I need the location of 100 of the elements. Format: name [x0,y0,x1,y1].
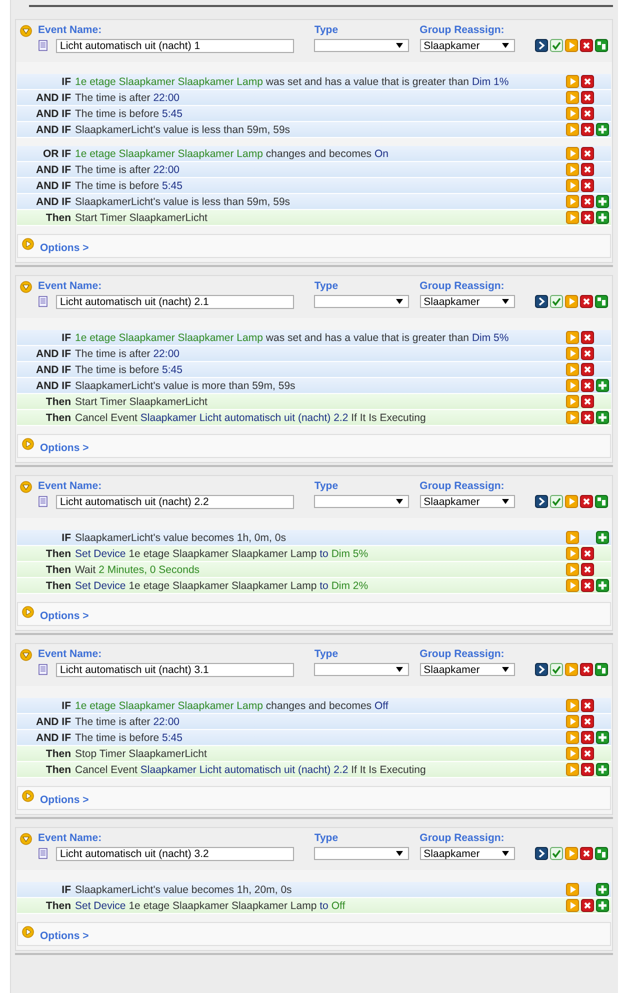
delete-icon[interactable] [581,363,594,376]
rule-keyword: Then [44,564,71,576]
add-icon[interactable] [596,763,609,776]
grid-icon[interactable] [595,495,608,508]
delete-icon[interactable] [581,107,594,120]
add-icon[interactable] [596,195,609,208]
options-link[interactable]: Options > [40,610,89,622]
add-icon[interactable] [596,411,609,424]
add-icon[interactable] [596,531,609,544]
check-icon[interactable] [550,295,563,308]
next-icon[interactable] [535,39,548,52]
event-name-field[interactable]: Licht automatisch uit (nacht) 3.2 [56,847,294,861]
options-link[interactable]: Options > [40,794,89,806]
collapse-icon[interactable] [20,833,32,845]
delete-icon[interactable] [581,147,594,160]
rule-text: The time is before 5:45 [75,108,184,120]
expand-icon[interactable] [22,790,34,802]
event-name-label: Event Name: [38,648,103,660]
delete-icon[interactable] [581,75,594,88]
delete-icon[interactable] [581,547,594,560]
delete-icon[interactable] [581,379,594,392]
rule-text: 1e etage Slaapkamer Slaapkamer Lamp was set and has a value that is greater than Dim 5% [75,332,510,344]
group-dropdown[interactable]: Slaapkamer [420,39,515,52]
delete-icon[interactable] [580,295,593,308]
check-icon[interactable] [550,663,563,676]
add-icon[interactable] [596,899,609,912]
delete-icon[interactable] [581,195,594,208]
delete-icon[interactable] [581,579,594,592]
next-icon[interactable] [535,663,548,676]
delete-icon[interactable] [581,211,594,224]
add-icon[interactable] [596,731,609,744]
delete-icon[interactable] [581,91,594,104]
document-icon[interactable] [38,848,48,860]
check-icon[interactable] [550,495,563,508]
delete-icon[interactable] [581,563,594,576]
options-link[interactable]: Options > [40,930,89,942]
options-link[interactable]: Options > [40,442,89,454]
delete-icon[interactable] [581,123,594,136]
delete-icon[interactable] [581,347,594,360]
delete-icon[interactable] [580,663,593,676]
delete-icon[interactable] [580,495,593,508]
group-dropdown[interactable]: Slaapkamer [420,295,515,308]
delete-icon[interactable] [581,899,594,912]
add-icon[interactable] [596,579,609,592]
delete-icon[interactable] [581,747,594,760]
delete-icon[interactable] [580,39,593,52]
delete-icon[interactable] [581,163,594,176]
collapse-icon[interactable] [20,281,32,293]
expand-icon[interactable] [22,926,34,938]
expand-icon[interactable] [22,606,34,618]
rule-text: SlaapkamerLicht's value becomes 1h, 0m, 0s [75,532,287,544]
rule-keyword: AND IF [35,348,71,360]
event-name-label: Event Name: [38,24,103,36]
grid-icon[interactable] [595,295,608,308]
rule-keyword: OR IF [42,148,71,160]
group-reassign-label: Group Reassign: [420,648,506,660]
document-icon[interactable] [38,40,48,52]
group-dropdown[interactable]: Slaapkamer [420,495,515,508]
add-icon[interactable] [596,211,609,224]
rule-keyword: Then [44,580,71,592]
delete-icon[interactable] [581,179,594,192]
event-name-field[interactable]: Licht automatisch uit (nacht) 3.1 [56,663,294,677]
caret-icon [396,299,404,304]
delete-icon[interactable] [581,731,594,744]
options-link[interactable]: Options > [40,242,89,254]
event-name-field[interactable]: Licht automatisch uit (nacht) 1 [56,39,294,53]
expand-icon[interactable] [22,438,34,450]
collapse-icon[interactable] [20,649,32,661]
rule-text: SlaapkamerLicht's value is less than 59m, 59s [75,196,292,208]
next-icon[interactable] [535,495,548,508]
check-icon[interactable] [550,847,563,860]
event-name-field[interactable]: Licht automatisch uit (nacht) 2.1 [56,295,294,309]
check-icon[interactable] [550,39,563,52]
document-icon[interactable] [38,664,48,676]
delete-icon[interactable] [580,847,593,860]
next-icon[interactable] [535,295,548,308]
collapse-icon[interactable] [20,25,32,37]
next-icon[interactable] [535,847,548,860]
add-icon[interactable] [596,123,609,136]
delete-icon[interactable] [581,411,594,424]
delete-icon[interactable] [581,715,594,728]
grid-icon[interactable] [595,39,608,52]
delete-icon[interactable] [581,699,594,712]
collapse-icon[interactable] [20,481,32,493]
add-icon[interactable] [596,883,609,896]
grid-icon[interactable] [595,847,608,860]
expand-icon[interactable] [22,238,34,250]
grid-icon[interactable] [595,663,608,676]
delete-icon[interactable] [581,395,594,408]
delete-icon[interactable] [581,763,594,776]
add-icon[interactable] [596,379,609,392]
document-icon[interactable] [38,496,48,508]
group-dropdown[interactable]: Slaapkamer [420,847,515,860]
delete-icon[interactable] [581,331,594,344]
document-icon[interactable] [38,296,48,308]
rule-text: 1e etage Slaapkamer Slaapkamer Lamp changes and becomes On [75,148,390,160]
group-dropdown[interactable]: Slaapkamer [420,663,515,676]
rule-keyword: IF [60,532,71,544]
event-name-field[interactable]: Licht automatisch uit (nacht) 2.2 [56,495,294,509]
group-reassign-label: Group Reassign: [420,280,506,292]
